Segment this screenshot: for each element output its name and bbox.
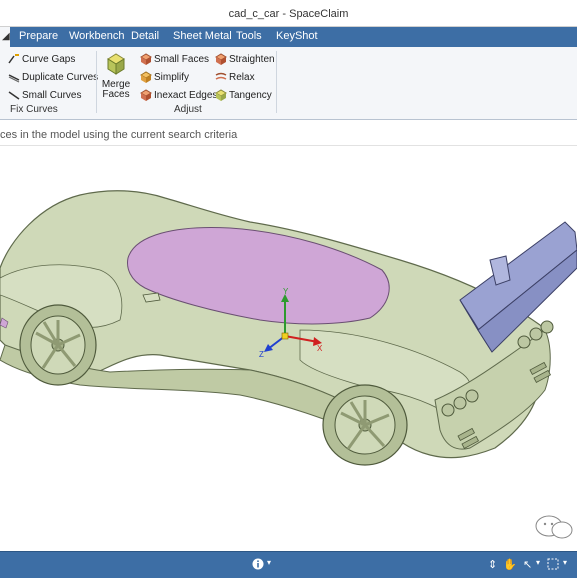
info-dropdown-icon[interactable]: ▾ <box>267 558 271 567</box>
relax-icon <box>215 72 227 80</box>
curve-gaps-label: Curve Gaps <box>22 53 76 65</box>
design-viewport[interactable]: ces in the model using the current searc… <box>0 121 577 551</box>
ribbon-panel: Curve Gaps Duplicate Curves Small Curves… <box>0 47 577 120</box>
relax-button[interactable]: Relax <box>215 71 255 83</box>
tab-workbench[interactable]: Workbench <box>69 30 124 42</box>
merge-faces-label: Merge Faces <box>101 79 131 100</box>
small-faces-icon <box>140 53 152 65</box>
ribbon-tab-bar: ◢ Prepare Workbench Detail Sheet Metal T… <box>0 27 577 47</box>
axis-label-y: Y <box>283 287 289 296</box>
rear-wheel[interactable] <box>322 384 408 466</box>
small-curves-label: Small Curves <box>22 89 82 101</box>
relax-label: Relax <box>229 71 255 83</box>
inexact-edges-label: Inexact Edges <box>154 89 218 101</box>
small-faces-button[interactable]: Small Faces <box>140 53 209 65</box>
small-curves-button[interactable]: Small Curves <box>8 89 81 101</box>
ribbon-separator-end <box>276 51 277 113</box>
fix-curves-group-label: Fix Curves <box>10 104 58 115</box>
mirror <box>142 292 161 303</box>
tab-keyshot[interactable]: KeyShot <box>276 30 318 42</box>
small-faces-label: Small Faces <box>154 53 210 65</box>
tab-prepare[interactable]: Prepare <box>19 30 58 42</box>
straighten-label: Straighten <box>229 53 275 65</box>
title-bar: cad_c_car - SpaceClaim <box>0 0 577 27</box>
curve-gaps-icon <box>8 54 19 64</box>
simplify-button[interactable]: Simplify <box>140 71 189 83</box>
ribbon-separator <box>96 51 97 113</box>
straighten-icon <box>215 53 227 65</box>
pointer-dropdown-icon[interactable]: ▾ <box>536 558 540 567</box>
info-icon[interactable] <box>252 558 264 573</box>
tab-detail[interactable]: Detail <box>131 30 159 42</box>
duplicate-curves-label: Duplicate Curves <box>22 71 99 83</box>
window-title: cad_c_car - SpaceClaim <box>228 8 349 20</box>
selection-mode-icon[interactable]: ⇕ <box>488 558 497 571</box>
merge-faces-button[interactable]: Merge Faces <box>101 51 131 100</box>
inexact-edges-icon <box>140 89 152 101</box>
merge-faces-icon <box>107 53 125 75</box>
tangency-label: Tangency <box>229 89 272 101</box>
front-wheel[interactable] <box>19 304 97 386</box>
inexact-edges-button[interactable]: Inexact Edges <box>140 89 217 101</box>
small-curves-icon <box>8 91 20 100</box>
axis-label-x: X <box>317 344 323 353</box>
adjust-group-label: Adjust <box>174 104 202 115</box>
car-model[interactable] <box>0 121 577 551</box>
tangency-button[interactable]: Tangency <box>215 89 272 101</box>
select-tool-icon[interactable]: ✋ <box>503 558 517 571</box>
tab-tools[interactable]: Tools <box>236 30 262 42</box>
duplicate-curves-button[interactable]: Duplicate Curves <box>8 71 98 83</box>
straighten-button[interactable]: Straighten <box>215 53 275 65</box>
box-select-dropdown-icon[interactable]: ▾ <box>563 558 567 567</box>
tab-active-partial[interactable]: ◢ <box>0 27 10 47</box>
status-bar: ▾ ⇕ ✋ ↖ ▾ ▾ <box>0 551 577 578</box>
box-select-icon[interactable] <box>547 558 559 573</box>
tangency-icon <box>215 89 227 101</box>
simplify-icon <box>140 71 152 83</box>
curve-gaps-button[interactable]: Curve Gaps <box>8 53 75 65</box>
pointer-icon[interactable]: ↖ <box>523 558 532 571</box>
chat-logo-icon <box>535 515 573 539</box>
tab-sheet-metal[interactable]: Sheet Metal <box>173 30 232 42</box>
simplify-label: Simplify <box>154 71 190 83</box>
axis-label-z: Z <box>259 350 264 359</box>
duplicate-curves-icon <box>8 74 20 83</box>
